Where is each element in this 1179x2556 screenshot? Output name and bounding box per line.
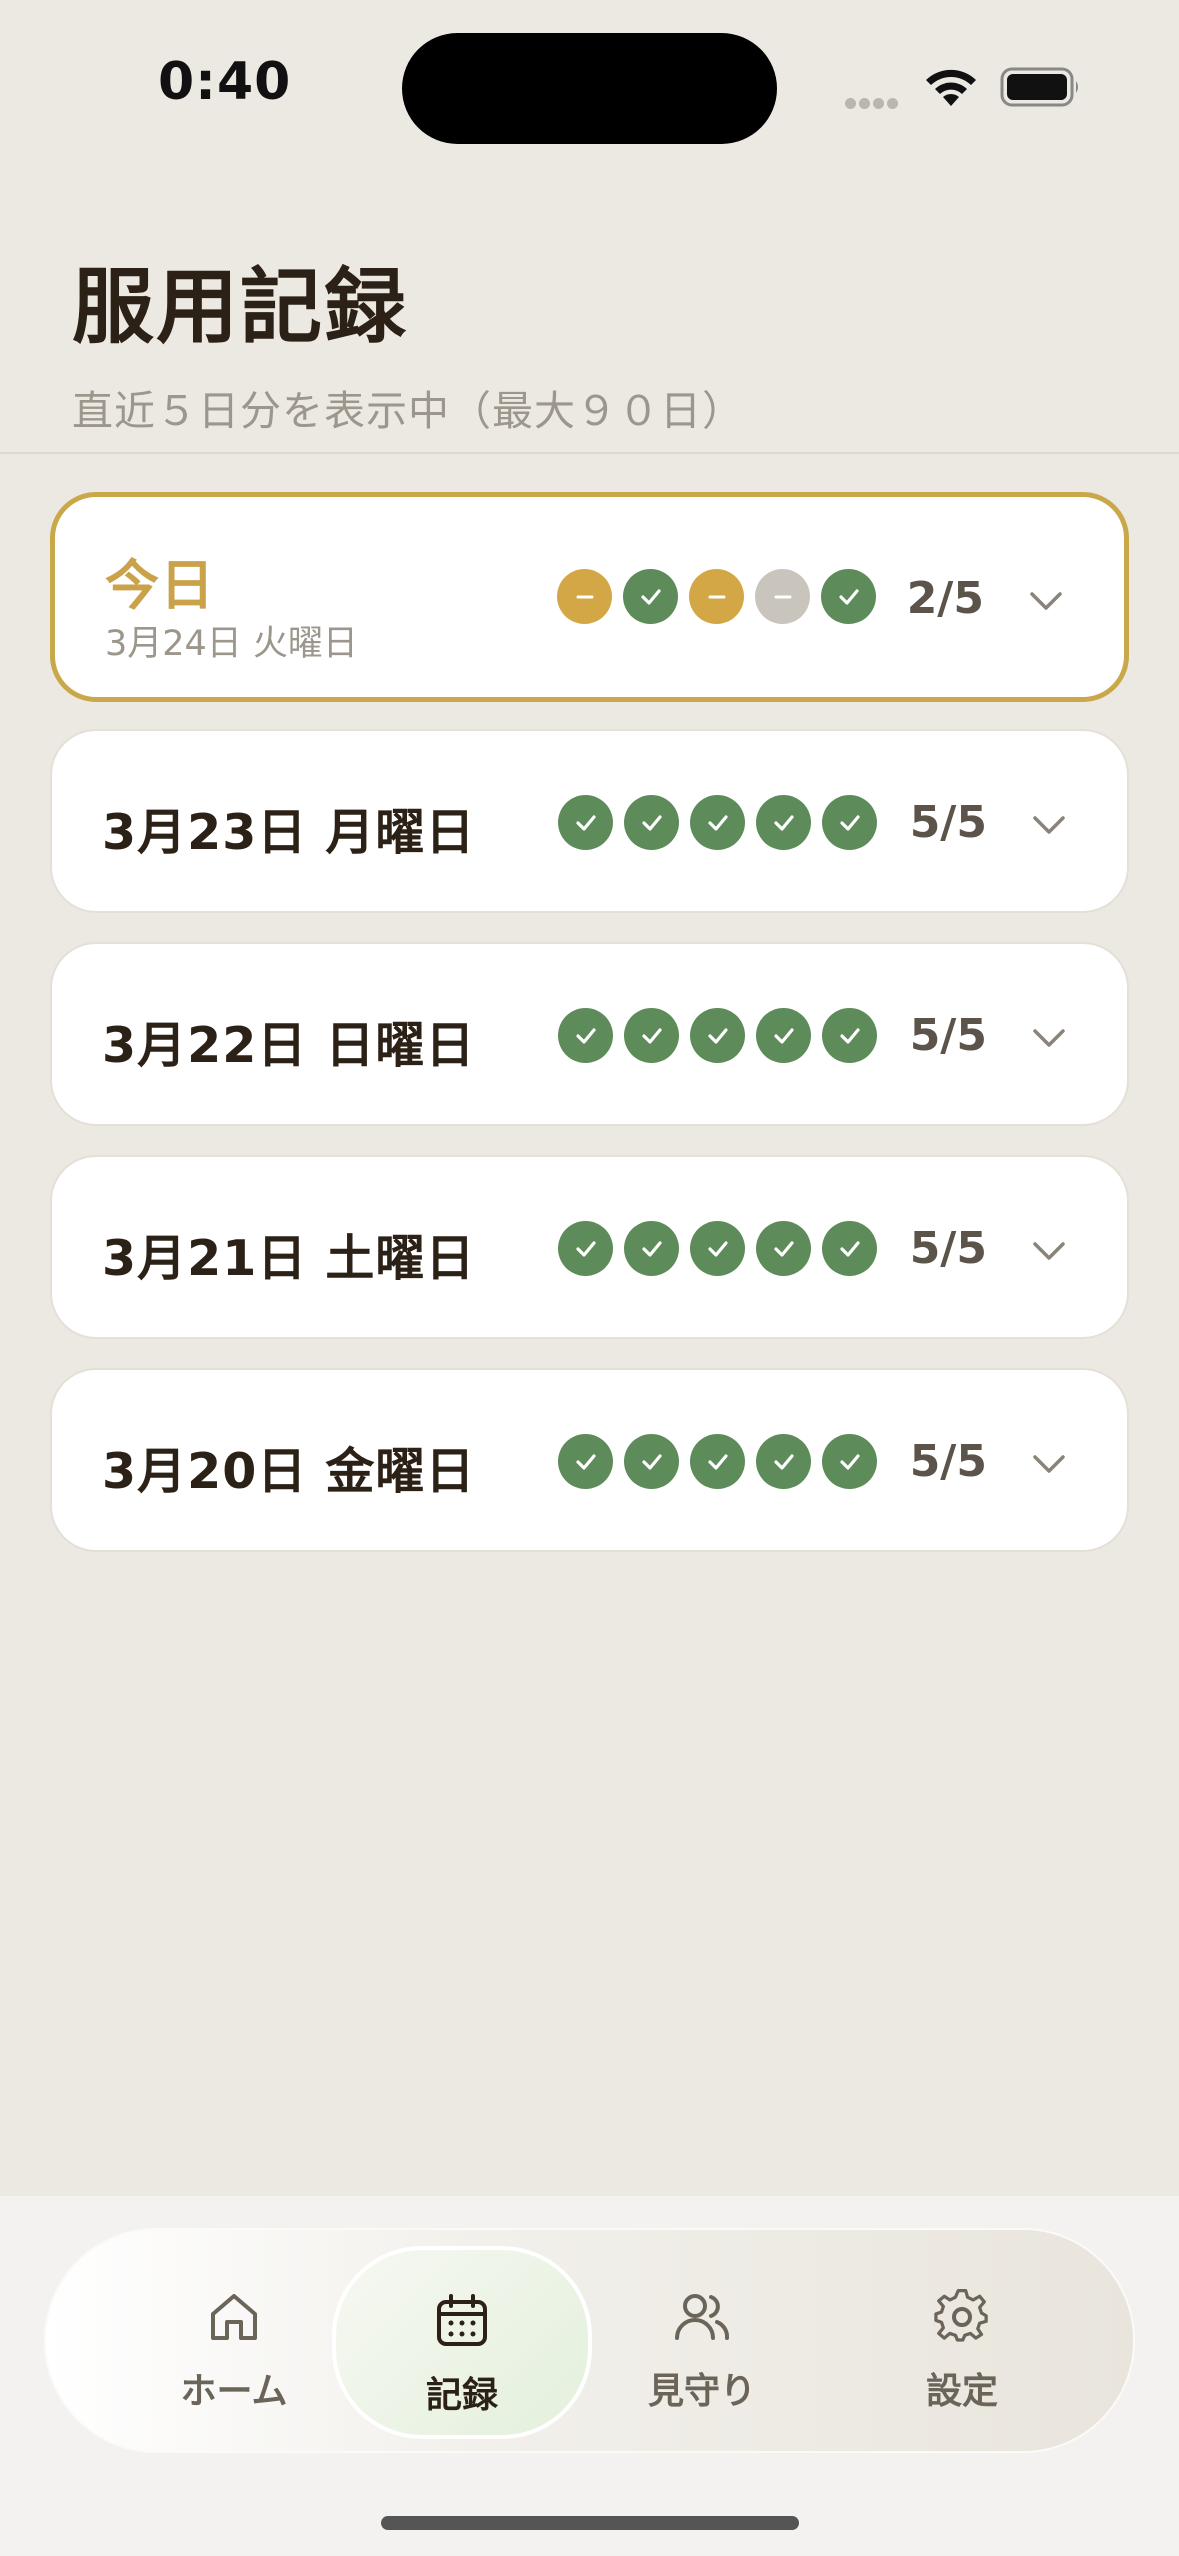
tab-watch-label: 見守り [647,2371,756,2412]
dose-taken-check-icon [690,795,745,850]
home-indicator [381,2516,799,2530]
day-card-today[interactable]: 今日 3月24日 火曜日 2/5 [50,492,1129,702]
dose-taken-check-icon [756,1434,811,1489]
calendar-icon [336,2292,588,2356]
tab-records-label: 記録 [425,2375,498,2416]
dose-pending-icon [755,569,810,624]
dose-taken-check-icon [822,1221,877,1276]
dose-taken-check-icon [558,795,613,850]
home-icon [104,2288,364,2352]
dose-taken-check-icon [756,1008,811,1063]
page-subtitle: 直近５日分を表示中（最大９０日） [72,387,744,435]
status-time: 0:40 [158,52,292,112]
dose-status-dots [558,1434,888,1489]
chevron-down-icon[interactable] [1029,1231,1069,1271]
dose-count: 5/5 [909,1010,987,1061]
chevron-down-icon[interactable] [1029,1018,1069,1058]
tab-home-label: ホーム [180,2371,288,2412]
dynamic-island [402,33,777,144]
dose-taken-check-icon [756,1221,811,1276]
dose-count: 5/5 [909,1436,987,1487]
page-title: 服用記録 [72,260,409,355]
dose-taken-check-icon [822,1008,877,1063]
wifi-icon [922,66,980,114]
dose-status-dots [558,795,888,850]
dose-taken-check-icon [690,1434,745,1489]
page-header: 服用記録 直近５日分を表示中（最大９０日） [72,240,744,437]
day-label: 3月22日 日曜日 [102,1017,476,1074]
dose-taken-check-icon [690,1008,745,1063]
cellular-signal-icon [845,94,901,113]
day-card[interactable]: 3月21日 土曜日 5/5 [50,1155,1129,1339]
tab-bar: ホーム 記録 見守り 設定 [44,2228,1135,2453]
header-divider [0,452,1179,454]
dose-taken-check-icon [558,1008,613,1063]
chevron-down-icon[interactable] [1026,581,1066,621]
day-date-label: 3月24日 火曜日 [105,624,358,664]
day-list: 今日 3月24日 火曜日 2/5 3月23日 月曜日 5/5 3月22日 日曜日 5/5 3月… [50,492,1129,1581]
dose-skipped-icon [689,569,744,624]
tab-settings[interactable]: 設定 [832,2246,1092,2439]
dose-taken-check-icon [822,1434,877,1489]
chevron-down-icon[interactable] [1029,1444,1069,1484]
dose-taken-check-icon [624,1008,679,1063]
day-card[interactable]: 3月20日 金曜日 5/5 [50,1368,1129,1552]
dose-taken-check-icon [624,1221,679,1276]
dose-taken-check-icon [624,1434,679,1489]
tab-settings-label: 設定 [925,2371,998,2412]
people-icon [572,2288,832,2352]
day-card[interactable]: 3月23日 月曜日 5/5 [50,729,1129,913]
dose-skipped-icon [557,569,612,624]
dose-taken-check-icon [624,795,679,850]
battery-icon [1000,66,1082,112]
dose-count: 2/5 [906,573,984,624]
dose-count: 5/5 [909,1223,987,1274]
dose-taken-check-icon [623,569,678,624]
chevron-down-icon[interactable] [1029,805,1069,845]
day-label: 3月21日 土曜日 [102,1230,476,1287]
dose-taken-check-icon [756,795,811,850]
gear-icon [832,2288,1092,2352]
tab-home[interactable]: ホーム [104,2246,364,2439]
dose-taken-check-icon [558,1221,613,1276]
dose-taken-check-icon [558,1434,613,1489]
day-label: 3月20日 金曜日 [102,1443,476,1500]
status-bar: 0:40 [0,0,1179,170]
tab-records[interactable]: 記録 [332,2246,592,2439]
day-card[interactable]: 3月22日 日曜日 5/5 [50,942,1129,1126]
day-label: 3月23日 月曜日 [102,804,476,861]
dose-count: 5/5 [909,797,987,848]
dose-taken-check-icon [822,795,877,850]
dose-status-dots [557,569,887,624]
dose-status-dots [558,1221,888,1276]
dose-taken-check-icon [690,1221,745,1276]
day-label: 今日 [105,554,215,617]
tab-watch[interactable]: 見守り [572,2246,832,2439]
dose-status-dots [558,1008,888,1063]
dose-taken-check-icon [821,569,876,624]
